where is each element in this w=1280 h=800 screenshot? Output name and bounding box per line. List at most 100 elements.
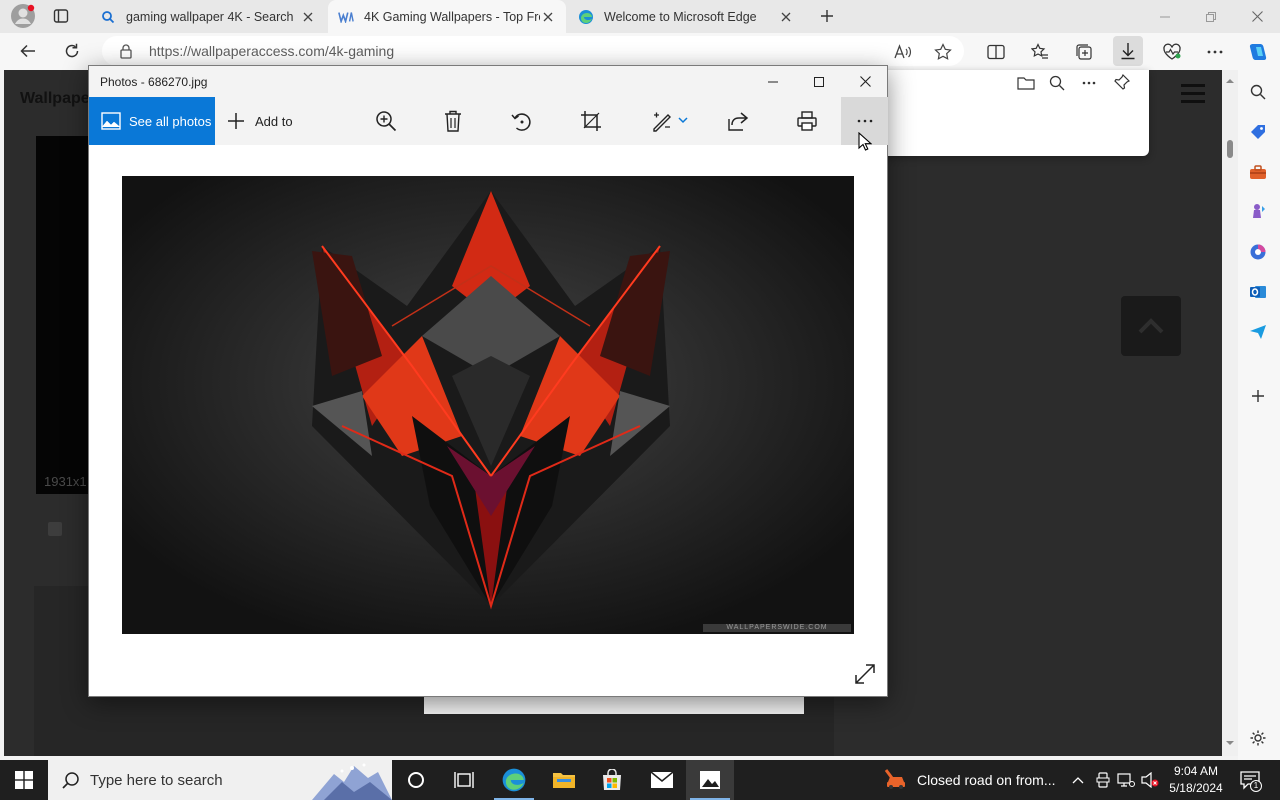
chevron-up-icon: [1072, 777, 1084, 784]
minimize-icon: [1160, 16, 1170, 17]
clock-time: 9:04 AM: [1173, 764, 1219, 778]
taskbar-photos[interactable]: [686, 760, 734, 800]
task-view-button[interactable]: [440, 760, 488, 800]
notifications-button[interactable]: 1: [1238, 768, 1262, 792]
photos-icon: [700, 771, 720, 789]
browser-restore-button[interactable]: [1188, 0, 1234, 33]
browser-essentials-button[interactable]: [1158, 38, 1186, 66]
scroll-thumb[interactable]: [1227, 140, 1233, 158]
mouse-pointer-icon: [858, 132, 872, 151]
photos-toolbar: See all photos Add to: [89, 97, 888, 145]
crop-button[interactable]: [579, 109, 603, 133]
open-folder-icon[interactable]: [1017, 75, 1035, 93]
taskbar-edge[interactable]: [490, 760, 538, 800]
sidebar-search-button[interactable]: [1248, 82, 1268, 102]
more-options-icon[interactable]: [1082, 81, 1096, 85]
taskbar-mail[interactable]: [638, 760, 686, 800]
photos-minimize-button[interactable]: [750, 66, 796, 97]
cortana-button[interactable]: [392, 760, 440, 800]
tab-edge-welcome[interactable]: Welcome to Microsoft Edge: [568, 0, 804, 33]
volume-muted-icon[interactable]: [1140, 770, 1160, 790]
close-tab-icon[interactable]: [300, 9, 316, 25]
more-icon: [857, 119, 872, 123]
rotate-button[interactable]: [510, 109, 534, 133]
browser-close-button[interactable]: [1234, 0, 1280, 33]
downloads-button[interactable]: [1113, 36, 1143, 66]
settings-and-more-button[interactable]: [1201, 38, 1229, 66]
facebook-icon[interactable]: [48, 522, 62, 536]
edit-button[interactable]: [650, 109, 690, 133]
sidebar-settings-button[interactable]: [1248, 728, 1268, 748]
refresh-button[interactable]: [57, 36, 87, 66]
see-all-photos-button[interactable]: See all photos: [89, 97, 215, 145]
scroll-up-icon[interactable]: [1222, 76, 1238, 86]
collections-icon: [1076, 44, 1092, 60]
folder-icon: [553, 773, 575, 788]
back-button[interactable]: [13, 36, 43, 66]
wallpaper-thumbnail[interactable]: [36, 136, 96, 494]
sidebar-tools-button[interactable]: [1248, 162, 1268, 182]
print-button[interactable]: [795, 109, 819, 133]
copilot-button[interactable]: [1244, 38, 1272, 66]
task-view-icon: [454, 772, 474, 788]
profile-button[interactable]: [8, 1, 38, 31]
tab-title: Welcome to Microsoft Edge: [604, 9, 757, 24]
pin-icon[interactable]: [1114, 74, 1132, 92]
tab-wallpaperaccess[interactable]: 4K Gaming Wallpapers - Top Fre: [328, 0, 566, 33]
photos-close-button[interactable]: [842, 66, 888, 97]
system-clock[interactable]: 9:04 AM 5/18/2024: [1160, 763, 1232, 797]
photo-image[interactable]: WALLPAPERSWIDE.COM: [122, 176, 854, 634]
full-screen-button[interactable]: [854, 663, 876, 685]
taskbar-store[interactable]: [588, 760, 636, 800]
collections-button[interactable]: [1070, 38, 1098, 66]
sidebar-outlook-button[interactable]: [1248, 282, 1268, 302]
copilot-icon: [1249, 44, 1267, 60]
restore-icon: [1206, 11, 1216, 22]
plus-icon: [821, 10, 833, 22]
notification-count-badge: 1: [1250, 780, 1262, 792]
add-to-button[interactable]: Add to: [227, 97, 293, 145]
address-bar[interactable]: https://wallpaperaccess.com/4k-gaming: [102, 36, 964, 66]
sidebar-add-button[interactable]: [1248, 386, 1268, 406]
news-widget[interactable]: Closed road on from...: [884, 760, 1056, 800]
tab-actions-button[interactable]: [46, 1, 76, 31]
gear-icon: [1250, 730, 1266, 746]
photos-app-window: Photos - 686270.jpg See all photos Add t…: [88, 65, 888, 697]
tab-actions-icon: [53, 9, 69, 23]
favorite-button[interactable]: [929, 38, 957, 66]
hamburger-menu-icon[interactable]: [1181, 84, 1205, 104]
delete-button[interactable]: [441, 109, 465, 133]
refresh-icon: [65, 43, 79, 58]
sidebar-games-button[interactable]: [1248, 202, 1268, 222]
photos-maximize-button[interactable]: [796, 66, 842, 97]
close-tab-icon[interactable]: [778, 9, 794, 25]
favorites-icon: [1031, 43, 1048, 59]
page-scrollbar[interactable]: [1222, 70, 1238, 756]
zoom-button[interactable]: [374, 109, 398, 133]
url-text[interactable]: https://wallpaperaccess.com/4k-gaming: [149, 43, 394, 59]
tab-search[interactable]: gaming wallpaper 4K - Search: [90, 0, 326, 33]
favorites-button[interactable]: [1026, 38, 1054, 66]
share-button[interactable]: [726, 109, 750, 133]
scroll-to-top-button[interactable]: [1121, 296, 1181, 356]
browser-minimize-button[interactable]: [1142, 0, 1188, 33]
wallpaperaccess-icon: [338, 9, 354, 25]
sidebar-shopping-button[interactable]: [1248, 122, 1268, 142]
show-hidden-icons-button[interactable]: [1068, 770, 1088, 790]
split-screen-button[interactable]: [982, 38, 1010, 66]
lock-icon[interactable]: [118, 43, 134, 59]
zoom-in-icon: [376, 111, 397, 132]
new-tab-button[interactable]: [812, 1, 842, 31]
close-tab-icon[interactable]: [540, 9, 556, 25]
sidebar-m365-button[interactable]: [1248, 242, 1268, 262]
search-downloads-icon[interactable]: [1049, 75, 1067, 93]
taskbar-search-box[interactable]: Type here to search: [48, 760, 392, 800]
taskbar-file-explorer[interactable]: [540, 760, 588, 800]
tray-device-icon[interactable]: [1093, 770, 1113, 790]
read-aloud-button[interactable]: [889, 38, 917, 66]
scroll-down-icon[interactable]: [1222, 738, 1238, 748]
polygon-mask-artwork: [122, 176, 854, 634]
sidebar-drop-button[interactable]: [1248, 322, 1268, 342]
network-icon[interactable]: [1116, 770, 1136, 790]
start-button[interactable]: [0, 760, 48, 800]
